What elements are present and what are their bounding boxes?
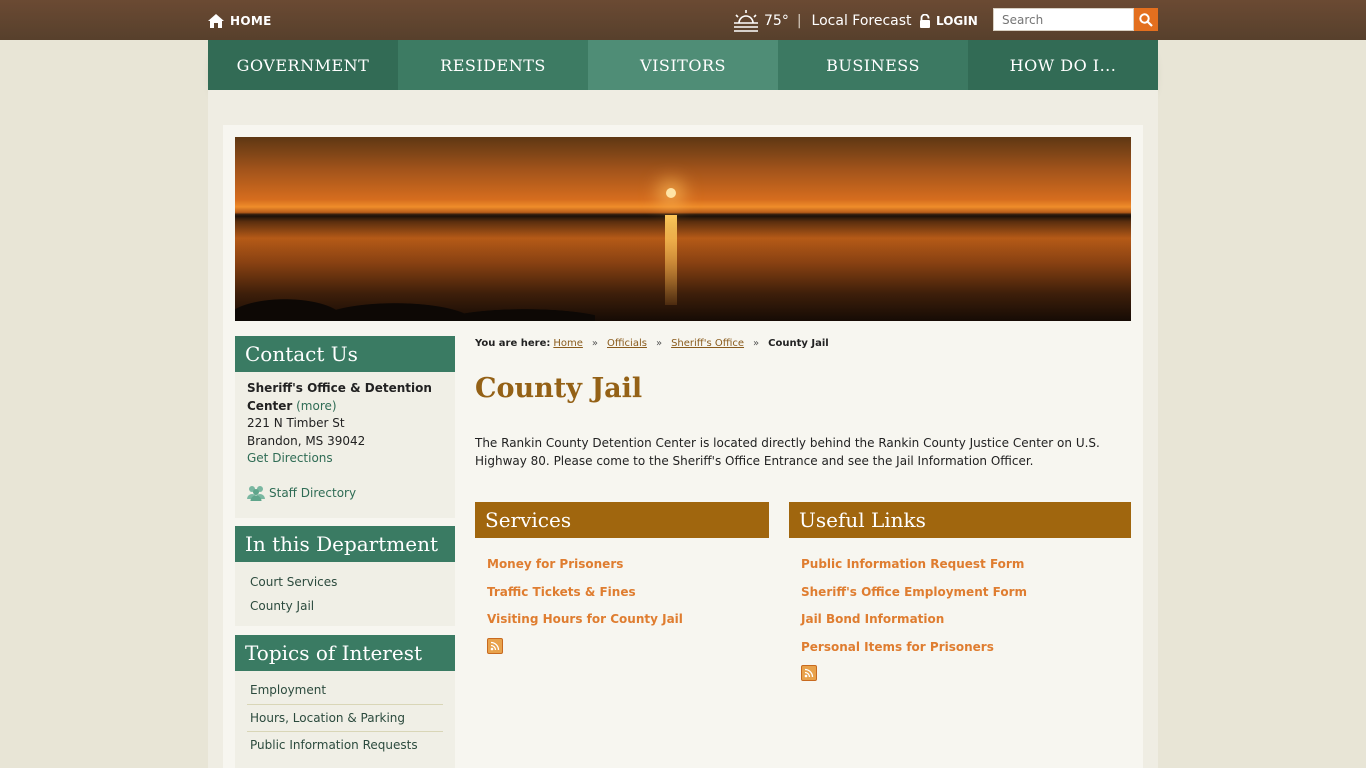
- people-icon: [247, 486, 265, 502]
- topics-of-interest-heading: Topics of Interest: [235, 635, 455, 671]
- topic-item-hours-location-parking[interactable]: Hours, Location & Parking: [247, 705, 443, 732]
- home-link[interactable]: HOME: [208, 12, 272, 30]
- contact-street: 221 N Timber St: [247, 416, 345, 430]
- search-icon: [1139, 12, 1153, 27]
- shore-rocks: [235, 285, 595, 321]
- contact-us-heading: Contact Us: [235, 336, 455, 372]
- nav-visitors[interactable]: VISITORS: [588, 40, 778, 90]
- nav-business[interactable]: BUSINESS: [778, 40, 968, 90]
- contact-us-box: Sheriff's Office & Detention Center (mor…: [235, 372, 455, 518]
- staff-directory-label: Staff Directory: [269, 485, 357, 500]
- breadcrumb-home[interactable]: Home: [553, 338, 583, 349]
- sun: [666, 188, 676, 198]
- dept-item-court-services[interactable]: Court Services: [247, 570, 443, 594]
- lock-icon: [920, 14, 930, 28]
- breadcrumb-label: You are here:: [475, 337, 551, 349]
- staff-directory-link[interactable]: Staff Directory: [247, 485, 443, 503]
- main-nav: GOVERNMENT RESIDENTS VISITORS BUSINESS H…: [208, 40, 1158, 90]
- service-link-visiting-hours[interactable]: Visiting Hours for County Jail: [487, 610, 683, 628]
- breadcrumb-arrow: »: [591, 337, 599, 349]
- login-label: LOGIN: [936, 14, 978, 28]
- contact-more-link[interactable]: (more): [296, 399, 336, 413]
- useful-links-heading: Useful Links: [789, 502, 1131, 538]
- home-icon: [208, 14, 224, 28]
- services-heading: Services: [475, 502, 769, 538]
- nav-how-do-i[interactable]: HOW DO I...: [968, 40, 1158, 90]
- page-title: County Jail: [475, 373, 643, 404]
- search-input[interactable]: [993, 8, 1134, 31]
- sun-reflection: [665, 215, 677, 305]
- weather-widget[interactable]: 75° | Local Forecast: [733, 8, 912, 34]
- services-list: Money for Prisoners Traffic Tickets & Fi…: [487, 555, 683, 665]
- in-this-department-heading: In this Department: [235, 526, 455, 562]
- breadcrumb-officials[interactable]: Officials: [607, 338, 647, 349]
- breadcrumb-arrow: »: [655, 337, 663, 349]
- useful-link-public-information-request[interactable]: Public Information Request Form: [801, 555, 1027, 573]
- sunset-banner-image: [235, 137, 1131, 321]
- useful-link-personal-items[interactable]: Personal Items for Prisoners: [801, 638, 1027, 656]
- breadcrumb-sheriffs-office[interactable]: Sheriff's Office: [671, 338, 744, 349]
- useful-link-jail-bond[interactable]: Jail Bond Information: [801, 610, 1027, 628]
- weather-separator: |: [796, 13, 802, 29]
- breadcrumb-current: County Jail: [768, 337, 829, 349]
- topic-item-public-information-requests[interactable]: Public Information Requests: [247, 732, 443, 759]
- service-link-traffic-tickets[interactable]: Traffic Tickets & Fines: [487, 583, 683, 601]
- nav-government[interactable]: GOVERNMENT: [208, 40, 398, 90]
- intro-text: The Rankin County Detention Center is lo…: [475, 436, 1100, 468]
- home-label: HOME: [230, 14, 272, 28]
- department-box: Court Services County Jail: [235, 562, 455, 626]
- get-directions-link[interactable]: Get Directions: [247, 450, 443, 468]
- search-form: [993, 8, 1158, 31]
- sunrise-weather-icon: [734, 10, 758, 32]
- service-link-money-for-prisoners[interactable]: Money for Prisoners: [487, 555, 683, 573]
- utility-bar: HOME 75° | Local Forecast LOGIN: [0, 0, 1366, 40]
- nav-residents[interactable]: RESIDENTS: [398, 40, 588, 90]
- search-button[interactable]: [1134, 8, 1158, 31]
- login-link[interactable]: LOGIN: [919, 12, 978, 30]
- local-forecast-link[interactable]: Local Forecast: [812, 13, 912, 29]
- topic-item-employment[interactable]: Employment: [247, 677, 443, 705]
- topics-box: Employment Hours, Location & Parking Pub…: [235, 671, 455, 768]
- breadcrumb-arrow: »: [753, 337, 760, 349]
- temperature: 75°: [764, 13, 789, 29]
- useful-link-employment-form[interactable]: Sheriff's Office Employment Form: [801, 583, 1027, 601]
- useful-links-rss-icon[interactable]: [801, 665, 817, 681]
- useful-links-list: Public Information Request Form Sheriff'…: [801, 555, 1027, 693]
- breadcrumb: You are here: Home » Officials » Sheriff…: [475, 336, 829, 350]
- dept-item-county-jail[interactable]: County Jail: [247, 594, 443, 618]
- services-rss-icon[interactable]: [487, 637, 503, 654]
- contact-org-name: Sheriff's Office & Detention Center: [247, 381, 432, 413]
- contact-city: Brandon, MS 39042: [247, 433, 366, 448]
